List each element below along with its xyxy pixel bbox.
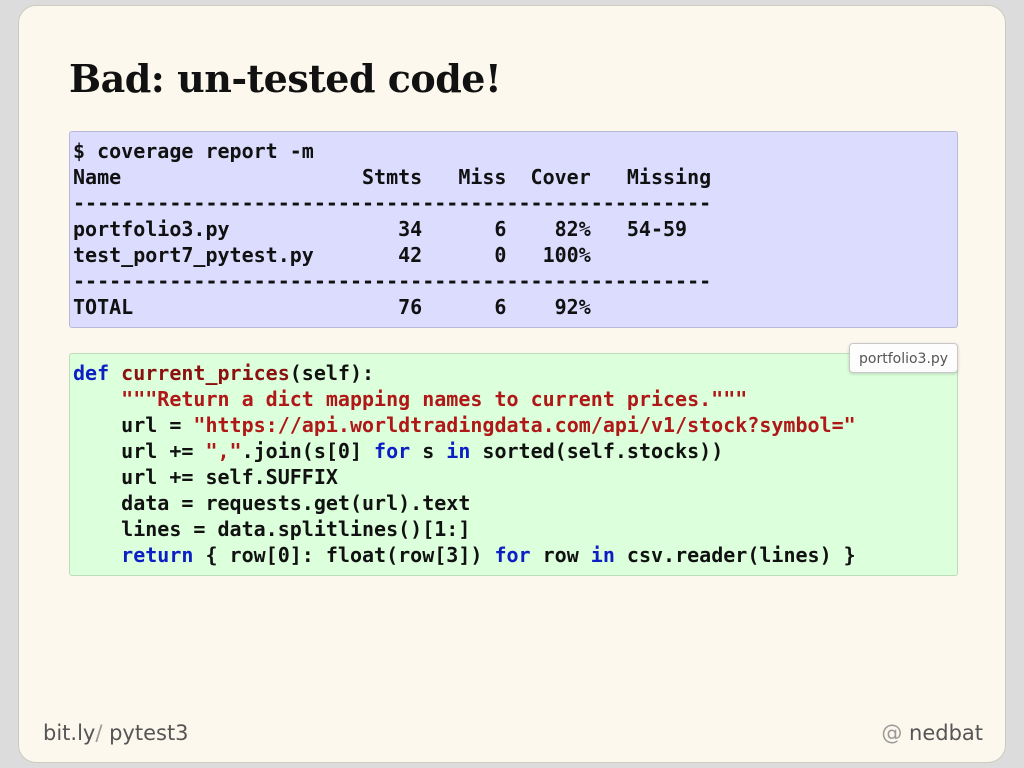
terminal-output: $ coverage report -m Name Stmts Miss Cov…	[69, 131, 958, 328]
filename-tag: portfolio3.py	[849, 343, 959, 373]
code-text: { row[0]: float(row[3])	[193, 543, 495, 567]
terminal-prompt: $ coverage report -m	[73, 139, 314, 163]
code-text: url += self.SUFFIX	[73, 465, 338, 489]
code-text: .join(s[0]	[241, 439, 375, 463]
function-name: current_prices	[121, 361, 290, 385]
code-text: url +=	[73, 439, 206, 463]
footer-handle: @ nedbat	[881, 721, 983, 745]
code-text: s	[410, 439, 447, 463]
string-literal: "https://api.worldtradingdata.com/api/v1…	[193, 413, 856, 437]
code-text: (self):	[289, 361, 375, 385]
report-row: test_port7_pytest.py 42 0 100%	[73, 243, 591, 267]
code-text: sorted(self.stocks))	[470, 439, 724, 463]
code-keyword: return	[121, 543, 194, 567]
report-header: Name Stmts Miss Cover Missing	[73, 165, 712, 189]
code-block: def current_prices(self): """Return a di…	[69, 353, 958, 576]
footer-path: pytest3	[102, 721, 189, 745]
code-keyword: def	[73, 361, 110, 385]
at-sign: @	[881, 721, 903, 745]
code-text: data = requests.get(url).text	[73, 491, 471, 515]
handle-name: nedbat	[902, 721, 983, 745]
code-listing: def current_prices(self): """Return a di…	[73, 360, 954, 568]
report-separator: ----------------------------------------…	[73, 269, 712, 293]
code-keyword: in	[446, 439, 471, 463]
footer-domain: bit.ly	[43, 721, 96, 745]
code-text: row	[530, 543, 591, 567]
code-text: lines = data.splitlines()[1:]	[73, 517, 471, 541]
code-text: url =	[73, 413, 194, 437]
string-literal: ","	[205, 439, 242, 463]
code-keyword: for	[374, 439, 411, 463]
code-keyword: for	[494, 543, 531, 567]
report-separator: ----------------------------------------…	[73, 191, 712, 215]
code-keyword: in	[590, 543, 615, 567]
slide: Bad: un-tested code! $ coverage report -…	[18, 5, 1006, 763]
code-text: csv.reader(lines) }	[614, 543, 856, 567]
report-total: TOTAL 76 6 92%	[73, 295, 591, 319]
report-row: portfolio3.py 34 6 82% 54-59	[73, 217, 688, 241]
docstring: """Return a dict mapping names to curren…	[121, 387, 748, 411]
footer-link[interactable]: bit.ly/ pytest3	[43, 721, 189, 745]
coverage-report: $ coverage report -m Name Stmts Miss Cov…	[73, 138, 954, 320]
slide-title: Bad: un-tested code!	[69, 56, 502, 101]
